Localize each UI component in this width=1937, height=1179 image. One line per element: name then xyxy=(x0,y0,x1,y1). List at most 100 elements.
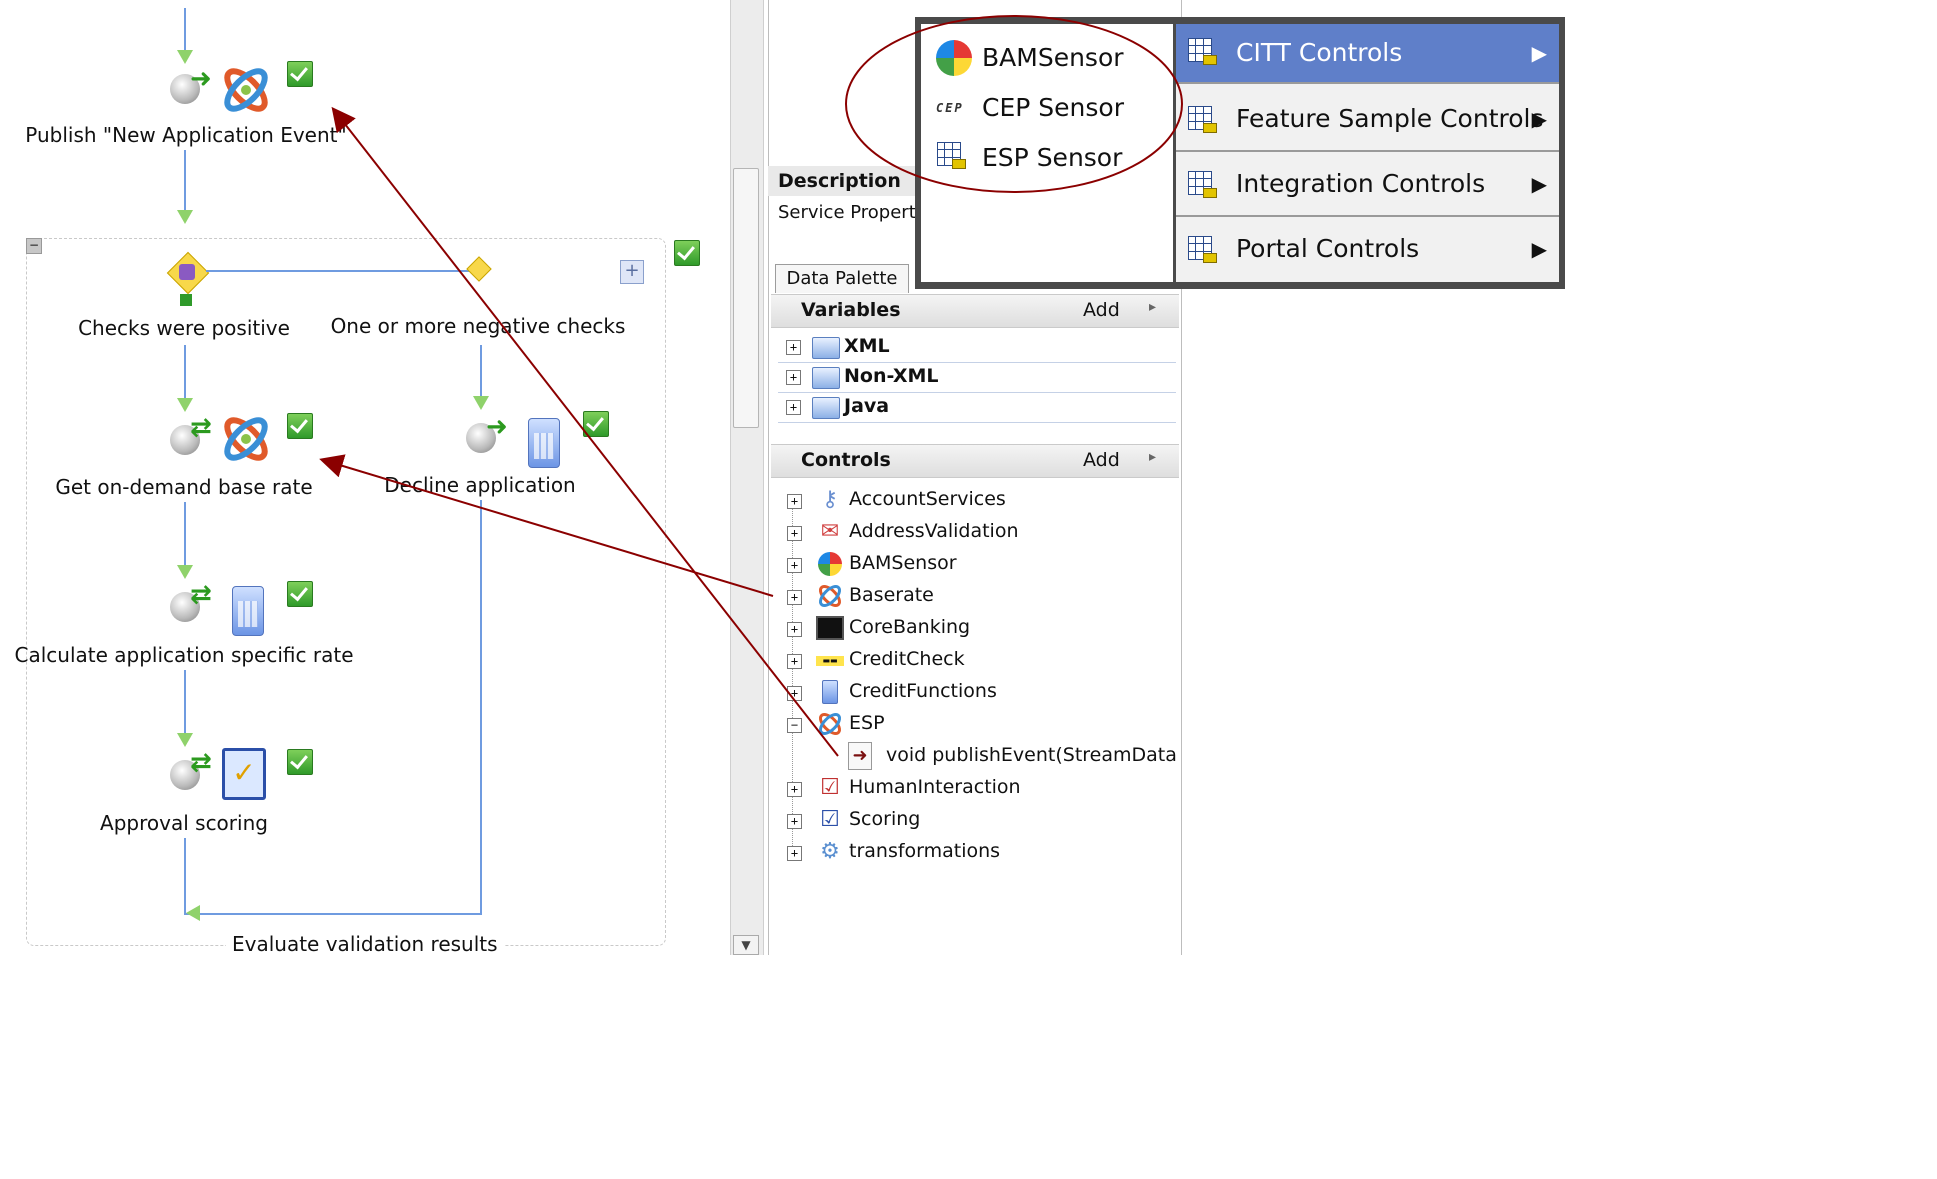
flow-node-label[interactable]: Calculate application specific rate xyxy=(15,643,354,667)
expand-icon[interactable]: + xyxy=(786,370,801,385)
scrollbar-thumb[interactable] xyxy=(733,168,759,428)
control-label: Scoring xyxy=(849,808,921,830)
flow-connector xyxy=(184,838,186,914)
flow-connector xyxy=(480,345,482,401)
flow-node-label[interactable]: Approval scoring xyxy=(100,811,268,835)
method-label: void publishEvent(StreamDataDoc xyxy=(886,744,1178,766)
control-item[interactable]: + ☑ Scoring xyxy=(784,806,1174,836)
menu-item-portal-controls[interactable]: Portal Controls ▶ xyxy=(1176,218,1559,280)
flow-connector xyxy=(206,270,480,272)
menu-item-esp-sensor[interactable]: ESP Sensor xyxy=(934,132,1169,184)
flow-arrowhead xyxy=(177,733,193,747)
pie-icon xyxy=(936,40,972,76)
flow-connector xyxy=(184,670,186,738)
control-label: AddressValidation xyxy=(849,520,1019,542)
expand-icon[interactable]: + xyxy=(786,400,801,415)
flow-node-label[interactable]: Decline application xyxy=(384,473,575,497)
variable-row[interactable]: + XML xyxy=(778,332,1176,363)
control-item[interactable]: + CoreBanking xyxy=(784,614,1174,644)
flow-node-label[interactable]: Get on-demand base rate xyxy=(55,475,312,499)
variable-row[interactable]: + Non-XML xyxy=(778,362,1176,393)
expand-icon[interactable]: + xyxy=(787,686,802,701)
control-label: BAMSensor xyxy=(849,552,957,574)
monitor-icon xyxy=(816,614,844,642)
add-menu-arrow-icon[interactable]: ▸ xyxy=(1149,449,1156,465)
variables-title: Variables xyxy=(801,299,901,321)
control-item[interactable]: + ⚙ transformations xyxy=(784,838,1174,868)
control-item[interactable]: + ☑ HumanInteraction xyxy=(784,774,1174,804)
control-item[interactable]: + ⚷ AccountServices xyxy=(784,486,1174,516)
control-item[interactable]: + ✉ AddressValidation xyxy=(784,518,1174,548)
flow-arrowhead xyxy=(177,565,193,579)
java-folder-icon xyxy=(812,397,840,419)
expand-icon[interactable]: + xyxy=(787,622,802,637)
green-arrow-icon: ➜ xyxy=(486,412,508,442)
add-control-button[interactable]: Add xyxy=(1083,449,1120,471)
method-item[interactable]: ➜ void publishEvent(StreamDataDoc xyxy=(848,742,1178,772)
description-header: Description xyxy=(768,166,930,196)
control-grid-icon xyxy=(1188,236,1217,263)
decision-condition-icon xyxy=(179,264,195,280)
expand-icon[interactable]: + xyxy=(787,494,802,509)
flow-node-label[interactable]: Publish "New Application Event" xyxy=(25,123,346,147)
tab-data-palette[interactable]: Data Palette xyxy=(775,264,909,293)
esp-logo-icon xyxy=(819,713,841,735)
control-label: ESP xyxy=(849,712,885,734)
add-variable-button[interactable]: Add xyxy=(1083,299,1120,321)
submenu-arrow-icon: ▶ xyxy=(1531,237,1547,261)
path-label[interactable]: Checks were positive xyxy=(78,316,290,340)
validated-check-icon xyxy=(287,61,313,87)
control-label: HumanInteraction xyxy=(849,776,1021,798)
expand-icon[interactable]: + xyxy=(787,814,802,829)
expand-icon[interactable]: + xyxy=(787,654,802,669)
flow-connector xyxy=(184,345,186,403)
path-label[interactable]: One or more negative checks xyxy=(331,314,626,338)
flow-arrowhead xyxy=(177,50,193,64)
menu-item-cep-sensor[interactable]: CEP CEP Sensor xyxy=(934,82,1169,134)
green-arrow-icon: ⇄ xyxy=(190,748,212,778)
expand-icon[interactable]: + xyxy=(787,558,802,573)
collapse-icon[interactable]: − xyxy=(787,718,802,733)
key-icon: ⚷ xyxy=(821,487,839,512)
menu-item-label: Feature Sample Controls xyxy=(1236,104,1544,133)
scroll-down-button[interactable]: ▼ xyxy=(733,935,759,955)
control-item[interactable]: − ESP xyxy=(784,710,1174,740)
control-item[interactable]: + CreditFunctions xyxy=(784,678,1174,708)
flow-connector xyxy=(184,502,186,570)
control-item[interactable]: + ▬▬ CreditCheck xyxy=(784,646,1174,676)
expand-icon[interactable]: + xyxy=(787,590,802,605)
group-label[interactable]: Evaluate validation results xyxy=(226,932,504,956)
menu-item-integration-controls[interactable]: Integration Controls ▶ xyxy=(1176,153,1559,217)
expand-icon[interactable]: + xyxy=(787,782,802,797)
flow-arrowhead xyxy=(186,905,200,921)
submenu-arrow-icon: ▶ xyxy=(1531,41,1547,65)
menu-item-feature-sample-controls[interactable]: Feature Sample Controls ▶ xyxy=(1176,88,1559,152)
menu-item-bamsensor[interactable]: BAMSensor xyxy=(934,32,1169,84)
menu-item-label: CEP Sensor xyxy=(982,93,1124,122)
flow-canvas[interactable]: ➜ Publish "New Application Event" − + Ch… xyxy=(0,0,720,956)
flow-connector xyxy=(184,913,482,915)
add-menu-arrow-icon[interactable]: ▸ xyxy=(1149,299,1156,315)
decision-group[interactable] xyxy=(26,238,666,946)
validated-check-icon xyxy=(287,413,313,439)
expand-icon[interactable]: + xyxy=(787,526,802,541)
add-path-button[interactable]: + xyxy=(620,260,644,284)
flow-connector xyxy=(184,8,186,53)
pie-icon xyxy=(816,550,844,578)
control-item[interactable]: + BAMSensor xyxy=(784,550,1174,580)
control-grid-icon xyxy=(1188,171,1217,198)
expand-icon[interactable]: + xyxy=(786,340,801,355)
path-marker-icon xyxy=(180,294,192,306)
validated-check-icon xyxy=(583,411,609,437)
xml-folder-icon xyxy=(812,337,840,359)
variable-row[interactable]: + Java xyxy=(778,392,1176,423)
expand-icon[interactable]: + xyxy=(787,846,802,861)
collapse-group-button[interactable]: − xyxy=(26,238,42,254)
menu-item-citt-controls[interactable]: CITT Controls ▶ xyxy=(1176,24,1559,84)
vertical-scrollbar[interactable] xyxy=(730,0,764,955)
control-label: AccountServices xyxy=(849,488,1006,510)
control-item[interactable]: + Baserate xyxy=(784,582,1174,612)
flow-arrowhead xyxy=(177,210,193,224)
control-grid-icon xyxy=(1188,106,1217,133)
submenu-arrow-icon: ▶ xyxy=(1531,172,1547,196)
